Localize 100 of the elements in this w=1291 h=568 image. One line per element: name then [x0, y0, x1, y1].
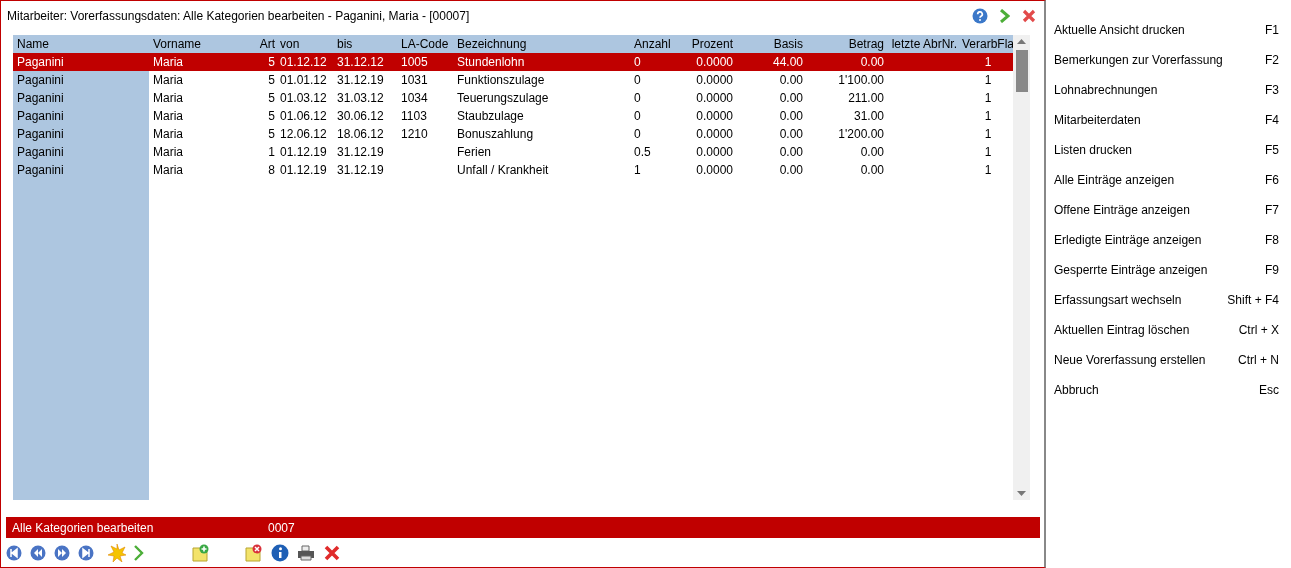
- table-cell[interactable]: 31.03.12: [333, 89, 397, 107]
- table-cell[interactable]: Maria: [149, 71, 255, 89]
- table-cell[interactable]: 0.0000: [674, 89, 734, 107]
- table-cell[interactable]: Maria: [149, 143, 255, 161]
- table-cell[interactable]: 31.12.19: [333, 161, 397, 179]
- table-cell[interactable]: 1: [958, 143, 1014, 161]
- scroll-thumb[interactable]: [1015, 50, 1028, 92]
- table-cell[interactable]: 1'200.00: [804, 125, 885, 143]
- table-cell[interactable]: 0.0000: [674, 125, 734, 143]
- table-cell[interactable]: 18.06.12: [333, 125, 397, 143]
- table-cell[interactable]: 5: [255, 107, 276, 125]
- column-header[interactable]: VerarbFla: [958, 35, 1014, 53]
- table-cell[interactable]: 1: [958, 71, 1014, 89]
- column-header[interactable]: Vorname: [149, 35, 255, 53]
- table-cell[interactable]: 5: [255, 125, 276, 143]
- table-cell[interactable]: Paganini: [13, 143, 149, 161]
- table-cell[interactable]: Paganini: [13, 53, 149, 71]
- table-cell[interactable]: 31.12.19: [333, 71, 397, 89]
- table-cell[interactable]: 0.0000: [674, 53, 734, 71]
- column-header[interactable]: von: [276, 35, 333, 53]
- table-cell[interactable]: 1: [630, 161, 674, 179]
- info-icon[interactable]: [271, 544, 289, 562]
- table-cell[interactable]: Paganini: [13, 89, 149, 107]
- table-cell[interactable]: Ferien: [453, 143, 630, 161]
- table-cell[interactable]: 1034: [397, 89, 453, 107]
- printer-icon[interactable]: [297, 545, 315, 561]
- table-cell[interactable]: 0.00: [734, 125, 804, 143]
- table-cell[interactable]: 0.00: [804, 161, 885, 179]
- table-cell[interactable]: 0.00: [734, 71, 804, 89]
- table-cell[interactable]: 01.01.12: [276, 71, 333, 89]
- table-cell[interactable]: Maria: [149, 161, 255, 179]
- table-cell[interactable]: 0.0000: [674, 143, 734, 161]
- table-cell[interactable]: Bonuszahlung: [453, 125, 630, 143]
- table-cell[interactable]: 1: [958, 53, 1014, 71]
- note-add-icon[interactable]: [192, 544, 210, 562]
- table-cell[interactable]: 5: [255, 53, 276, 71]
- table-cell[interactable]: 0: [630, 125, 674, 143]
- table-cell[interactable]: 1103: [397, 107, 453, 125]
- table-cell[interactable]: 0.00: [734, 107, 804, 125]
- column-header[interactable]: bis: [333, 35, 397, 53]
- table-cell[interactable]: 1: [958, 125, 1014, 143]
- menu-item[interactable]: Aktuelle Ansicht drucken F1: [1054, 15, 1279, 45]
- menu-item[interactable]: Lohnabrechnungen F3: [1054, 75, 1279, 105]
- menu-item[interactable]: Bemerkungen zur Vorerfassung F2: [1054, 45, 1279, 75]
- menu-item[interactable]: Offene Einträge anzeigen F7: [1054, 195, 1279, 225]
- table-cell[interactable]: 01.12.19: [276, 161, 333, 179]
- table-cell[interactable]: 1: [958, 161, 1014, 179]
- table-cell[interactable]: 44.00: [734, 53, 804, 71]
- table-cell[interactable]: 01.03.12: [276, 89, 333, 107]
- table-cell[interactable]: 0.0000: [674, 71, 734, 89]
- table-cell[interactable]: 1: [958, 89, 1014, 107]
- fast-forward-icon[interactable]: [54, 545, 70, 561]
- scroll-down-icon[interactable]: [1017, 491, 1026, 496]
- scroll-up-icon[interactable]: [1017, 39, 1026, 44]
- table-cell[interactable]: 0.0000: [674, 161, 734, 179]
- table-cell[interactable]: 1210: [397, 125, 453, 143]
- table-cell[interactable]: 01.12.19: [276, 143, 333, 161]
- table-cell[interactable]: 5: [255, 89, 276, 107]
- table-cell[interactable]: 0.00: [734, 143, 804, 161]
- table-cell[interactable]: Maria: [149, 89, 255, 107]
- help-icon[interactable]: [972, 8, 988, 24]
- table-cell[interactable]: 5: [255, 71, 276, 89]
- menu-item[interactable]: Neue Vorerfassung erstellen Ctrl + N: [1054, 345, 1279, 375]
- table-cell[interactable]: 31.00: [804, 107, 885, 125]
- table-cell[interactable]: Maria: [149, 125, 255, 143]
- table-cell[interactable]: 8: [255, 161, 276, 179]
- table-cell[interactable]: 12.06.12: [276, 125, 333, 143]
- table-cell[interactable]: 211.00: [804, 89, 885, 107]
- table-cell[interactable]: 1: [255, 143, 276, 161]
- table-cell[interactable]: Paganini: [13, 161, 149, 179]
- first-record-icon[interactable]: [6, 545, 22, 561]
- menu-item[interactable]: Listen drucken F5: [1054, 135, 1279, 165]
- last-record-icon[interactable]: [78, 545, 94, 561]
- table-cell[interactable]: Staubzulage: [453, 107, 630, 125]
- table-cell[interactable]: 30.06.12: [333, 107, 397, 125]
- menu-item[interactable]: Erfassungsart wechseln Shift + F4: [1054, 285, 1279, 315]
- table-cell[interactable]: 1031: [397, 71, 453, 89]
- scrollbar[interactable]: [1013, 35, 1030, 500]
- table-cell[interactable]: Unfall / Krankheit: [453, 161, 630, 179]
- table-cell[interactable]: Paganini: [13, 107, 149, 125]
- table-cell[interactable]: 01.12.12: [276, 53, 333, 71]
- table-cell[interactable]: 1005: [397, 53, 453, 71]
- table-cell[interactable]: Maria: [149, 53, 255, 71]
- table-cell[interactable]: 0: [630, 89, 674, 107]
- table-cell[interactable]: 0.5: [630, 143, 674, 161]
- column-header[interactable]: Name: [13, 35, 149, 53]
- table-cell[interactable]: Maria: [149, 107, 255, 125]
- table-cell[interactable]: Paganini: [13, 71, 149, 89]
- column-header[interactable]: Betrag: [804, 35, 885, 53]
- table-cell[interactable]: 0: [630, 107, 674, 125]
- table-cell[interactable]: 0.00: [804, 53, 885, 71]
- table-cell[interactable]: Stundenlohn: [453, 53, 630, 71]
- table-cell[interactable]: 1'100.00: [804, 71, 885, 89]
- column-header[interactable]: LA-Code: [397, 35, 453, 53]
- menu-item[interactable]: Aktuellen Eintrag löschen Ctrl + X: [1054, 315, 1279, 345]
- close-icon[interactable]: [1022, 9, 1036, 23]
- close-icon[interactable]: [323, 544, 341, 562]
- table-cell[interactable]: Paganini: [13, 125, 149, 143]
- table-cell[interactable]: 0.00: [734, 89, 804, 107]
- table-cell[interactable]: Teuerungszulage: [453, 89, 630, 107]
